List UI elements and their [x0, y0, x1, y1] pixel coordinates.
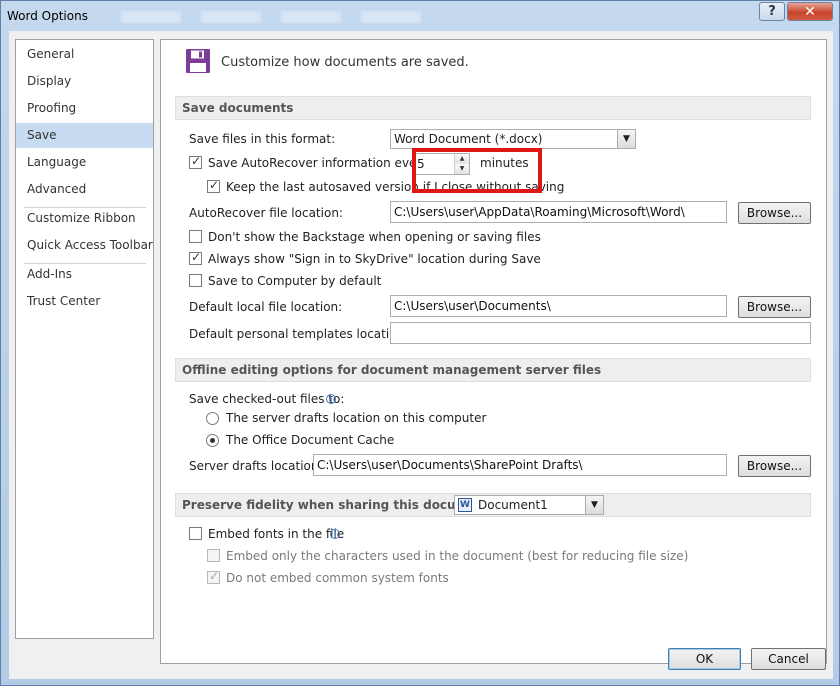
word-options-dialog: Word Options ? ✕ General Display Proofin…	[0, 0, 840, 686]
autorecover-location-label: AutoRecover file location:	[189, 206, 343, 220]
embed-only-used-label: Embed only the characters used in the do…	[226, 549, 689, 563]
save-to-computer-checkbox[interactable]	[189, 274, 202, 287]
background-ribbon-ghost	[121, 11, 441, 23]
options-sidebar: General Display Proofing Save Language A…	[15, 39, 154, 639]
help-button[interactable]: ?	[759, 2, 785, 21]
always-show-signin-label: Always show "Sign in to SkyDrive" locati…	[208, 252, 541, 266]
default-local-location-input[interactable]: C:\Users\user\Documents\	[390, 295, 727, 317]
autorecover-label: Save AutoRecover information every	[208, 156, 429, 170]
browse-default-local-button[interactable]: Browse...	[738, 296, 811, 318]
keep-last-autosaved-checkbox[interactable]	[207, 178, 220, 193]
sidebar-item-save[interactable]: Save	[16, 123, 153, 148]
autorecover-location-input[interactable]: C:\Users\user\AppData\Roaming\Microsoft\…	[390, 201, 727, 223]
browse-server-drafts-button[interactable]: Browse...	[738, 455, 811, 477]
save-floppy-icon	[186, 49, 210, 73]
sidebar-item-general[interactable]: General	[16, 42, 153, 67]
section-header-offline-editing: Offline editing options for document man…	[175, 358, 811, 382]
server-drafts-location-label: Server drafts location:	[189, 459, 323, 473]
office-cache-radio-label: The Office Document Cache	[226, 433, 395, 447]
browse-autorecover-button[interactable]: Browse...	[738, 202, 811, 224]
page-heading: Customize how documents are saved.	[221, 55, 469, 70]
embed-fonts-checkbox[interactable]	[189, 527, 202, 540]
sidebar-item-advanced[interactable]: Advanced	[16, 177, 153, 202]
templates-location-input[interactable]	[390, 322, 811, 344]
sidebar-item-proofing[interactable]: Proofing	[16, 96, 153, 121]
save-options-panel: Customize how documents are saved. Save …	[160, 39, 827, 664]
chevron-down-icon[interactable]: ▼	[617, 130, 635, 148]
section-header-save-documents: Save documents	[175, 96, 811, 120]
info-icon[interactable]: i	[330, 529, 340, 539]
save-to-computer-label: Save to Computer by default	[208, 274, 382, 288]
server-drafts-radio[interactable]	[206, 412, 219, 425]
checked-out-label: Save checked-out files to:	[189, 392, 345, 406]
preserve-fidelity-label: Preserve fidelity when sharing this docu…	[182, 498, 496, 512]
sidebar-item-language[interactable]: Language	[16, 150, 153, 175]
embed-only-used-checkbox[interactable]	[207, 549, 220, 562]
title-bar[interactable]: Word Options ? ✕	[1, 1, 839, 31]
word-document-icon: W	[458, 498, 472, 512]
save-format-value: Word Document (*.docx)	[394, 132, 543, 146]
close-button[interactable]: ✕	[787, 2, 833, 21]
autorecover-checkbox[interactable]	[189, 154, 202, 169]
dont-show-backstage-label: Don't show the Backstage when opening or…	[208, 230, 541, 244]
dont-show-backstage-checkbox[interactable]	[189, 230, 202, 243]
cancel-button[interactable]: Cancel	[751, 648, 826, 670]
templates-location-label: Default personal templates location:	[189, 327, 409, 341]
chevron-down-icon[interactable]: ▼	[585, 496, 603, 514]
info-icon[interactable]: i	[326, 394, 336, 404]
no-common-fonts-checkbox[interactable]	[207, 569, 220, 584]
embed-fonts-label: Embed fonts in the file	[208, 527, 345, 541]
fidelity-document-dropdown[interactable]: W Document1 ▼	[454, 495, 604, 515]
default-local-location-label: Default local file location:	[189, 300, 343, 314]
sidebar-item-display[interactable]: Display	[16, 69, 153, 94]
save-format-dropdown[interactable]: Word Document (*.docx) ▼	[390, 129, 636, 149]
server-drafts-location-input[interactable]: C:\Users\user\Documents\SharePoint Draft…	[313, 454, 727, 476]
sidebar-item-trust-center[interactable]: Trust Center	[16, 289, 153, 314]
save-format-label: Save files in this format:	[189, 132, 336, 146]
red-annotation-box	[412, 148, 542, 193]
dialog-client-area: General Display Proofing Save Language A…	[9, 31, 833, 679]
sidebar-item-add-ins[interactable]: Add-Ins	[16, 262, 153, 287]
no-common-fonts-label: Do not embed common system fonts	[226, 571, 449, 585]
always-show-signin-checkbox[interactable]	[189, 250, 202, 265]
ok-button[interactable]: OK	[668, 648, 741, 670]
server-drafts-radio-label: The server drafts location on this compu…	[226, 411, 487, 425]
fidelity-document-value: Document1	[478, 498, 548, 512]
sidebar-item-quick-access-toolbar[interactable]: Quick Access Toolbar	[16, 233, 153, 258]
office-cache-radio[interactable]	[206, 434, 219, 447]
window-title: Word Options	[7, 9, 88, 23]
sidebar-item-customize-ribbon[interactable]: Customize Ribbon	[16, 206, 153, 231]
